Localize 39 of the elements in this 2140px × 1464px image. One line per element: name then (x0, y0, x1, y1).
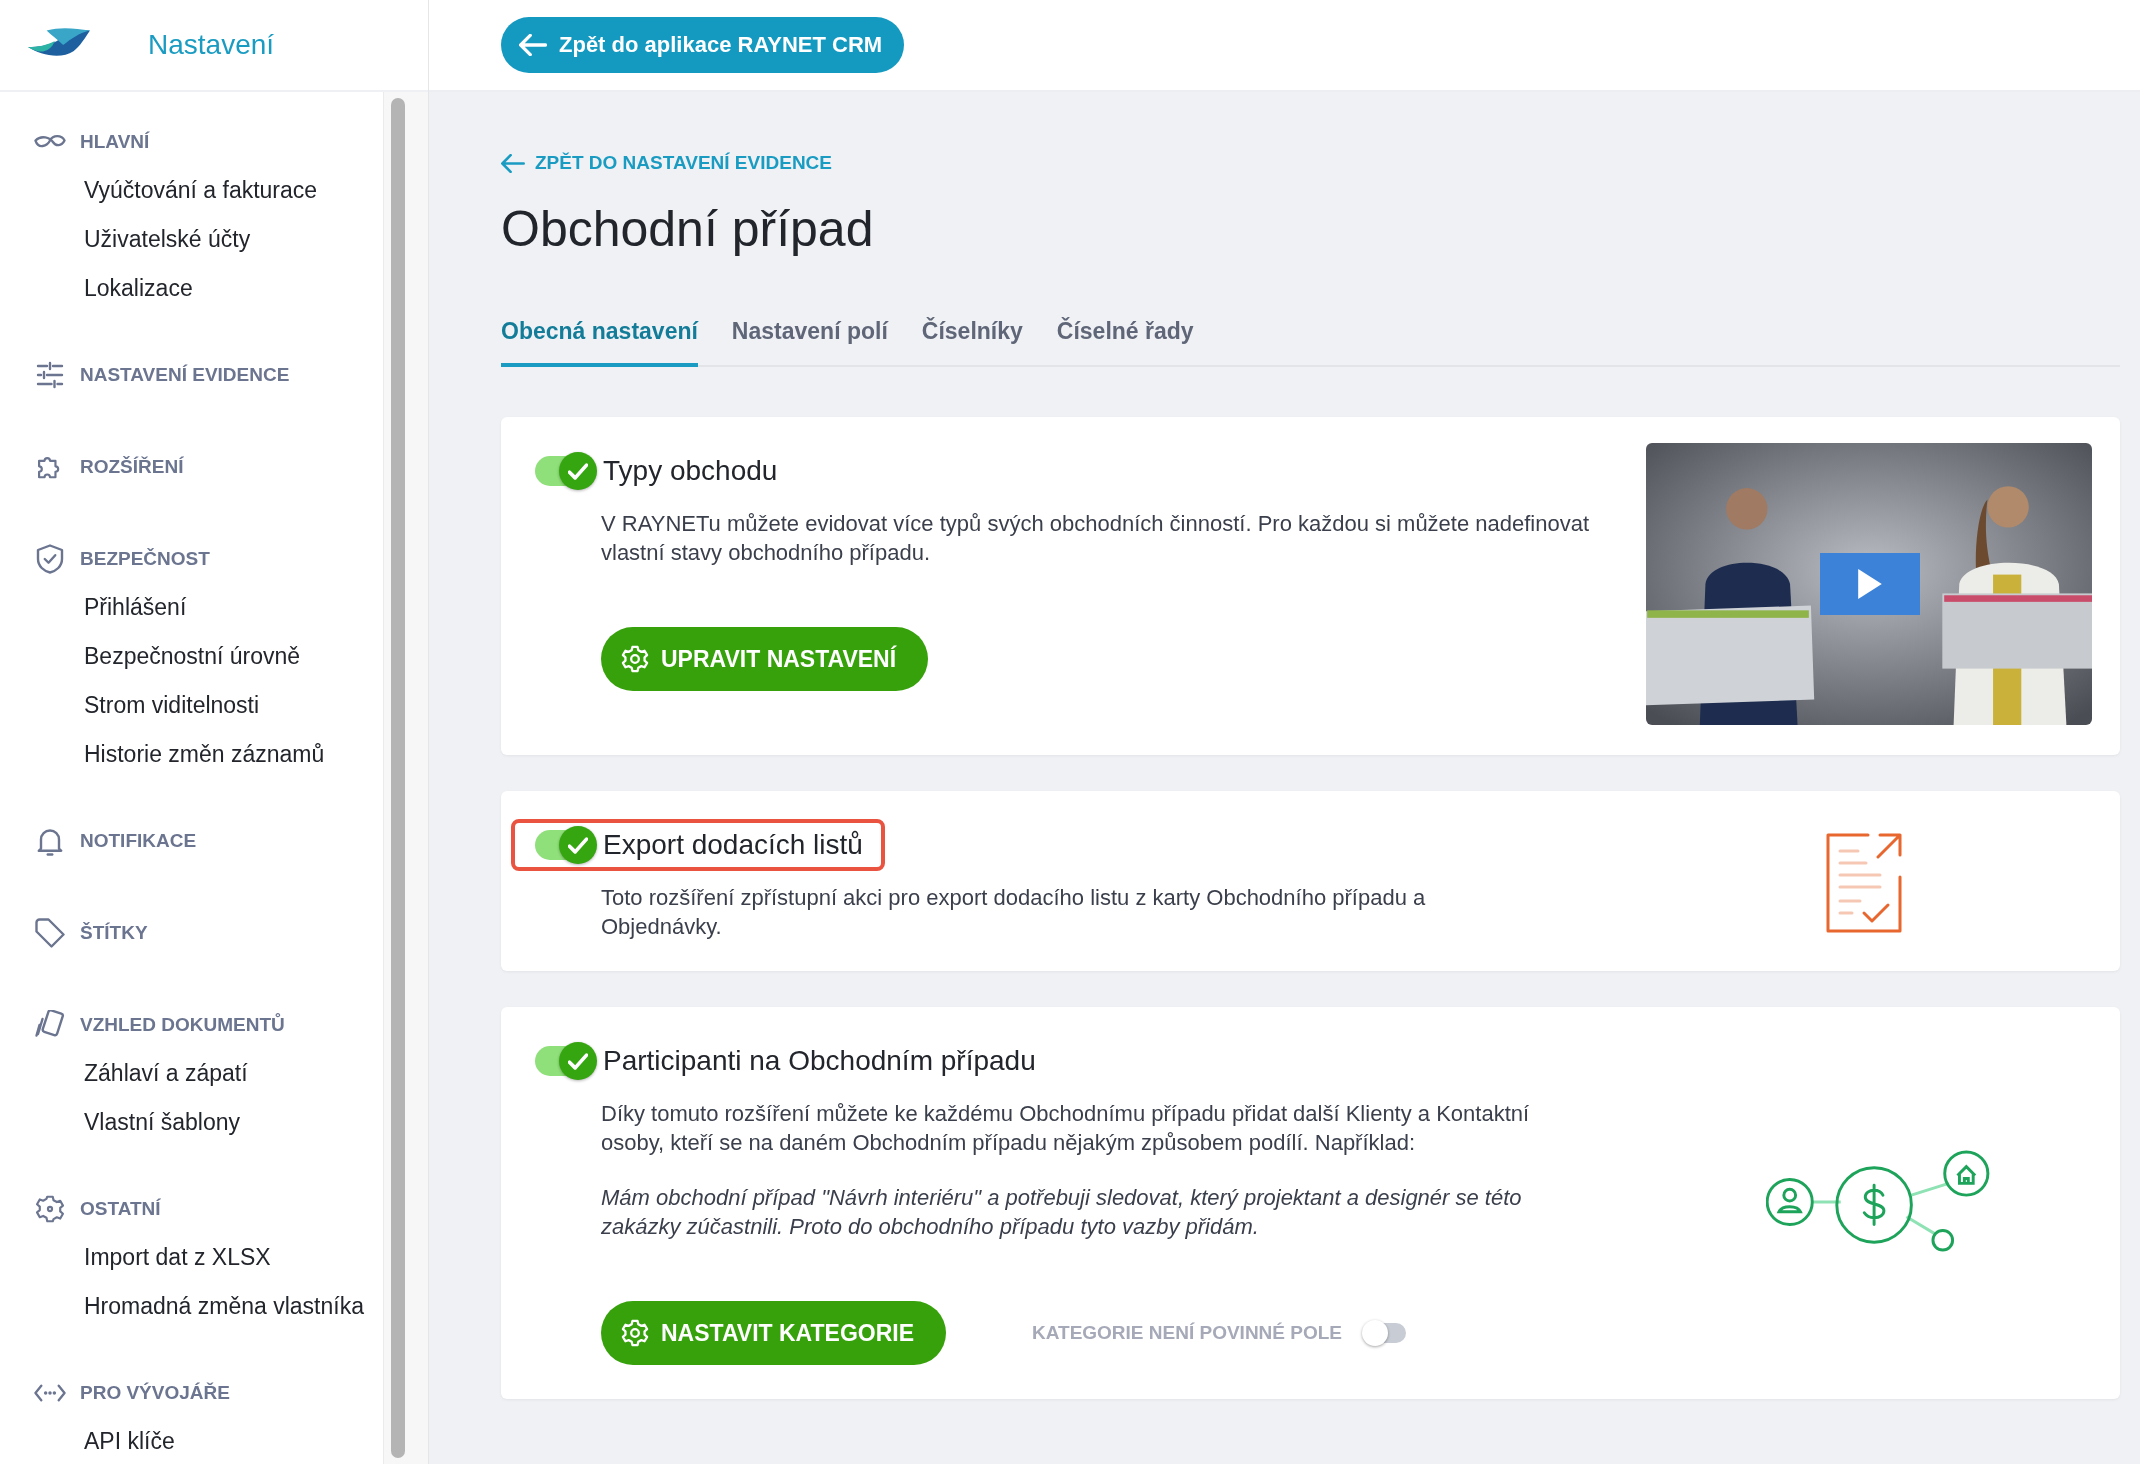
section-heading[interactable]: HLAVNÍ (80, 131, 150, 153)
sidebar-item[interactable]: Import dat z XLSX (84, 1233, 383, 1282)
card-title: Typy obchodu (603, 455, 778, 487)
tab[interactable]: Číselníky (921, 318, 1023, 367)
sidebar-item[interactable]: Vlastní šablony (84, 1098, 383, 1147)
sidebar-item[interactable]: Uživatelské účty (84, 215, 383, 264)
section-heading[interactable]: ŠTÍTKY (80, 922, 148, 944)
description: V RAYNETu můžete evidovat více typů svých obchodních činností. Pro každou si můžete nadefinovat vlastní stavy obchodního případu. (601, 510, 1591, 567)
app-title: Nastavení (148, 29, 275, 61)
sidebar-item[interactable]: Strom viditelnosti (84, 681, 383, 730)
section-heading[interactable]: PRO VÝVOJÁŘE (80, 1382, 230, 1404)
back-button[interactable]: Zpět do aplikace RAYNET CRM (501, 17, 905, 73)
card-title: Participanti na Obchodním případu (603, 1045, 1036, 1077)
sidebar-item[interactable]: Historie změn záznamů (84, 730, 383, 779)
sidebar-item[interactable]: Vyúčtování a fakturace (84, 166, 383, 215)
tab[interactable]: Obecná nastavení (501, 318, 698, 367)
tab[interactable]: Nastavení polí (731, 318, 888, 367)
description: Toto rozšíření zpřístupní akci pro export dodacího listu z karty Obchodního případu a Objednávky. (601, 884, 1427, 941)
section-heading[interactable]: OSTATNÍ (80, 1198, 161, 1220)
option-label: KATEGORIE NENÍ POVINNÉ POLE (1032, 1322, 1343, 1344)
section-heading[interactable]: VZHLED DOKUMENTŮ (80, 1014, 285, 1036)
section-heading[interactable]: BEZPEČNOST (80, 548, 210, 570)
sidebar-item[interactable]: Přihlášení (84, 583, 383, 632)
sidebar-item[interactable]: Záhlaví a zápatí (84, 1049, 383, 1098)
sidebar-item[interactable]: API klíče (84, 1417, 383, 1464)
sidebar-item[interactable]: Hromadná změna vlastníka (84, 1282, 383, 1331)
action-button[interactable]: NASTAVIT KATEGORIE (601, 1301, 946, 1365)
description: Díky tomuto rozšíření můžete ke každému Obchodnímu případu přidat další Klienty a Kontaktní osoby, kteří se na daném Obchodním případu nějakým způsobem podílí. Například: (601, 1100, 1531, 1157)
card-title: Export dodacích listů (603, 829, 863, 861)
action-button[interactable]: UPRAVIT NASTAVENÍ (601, 627, 929, 691)
sidebar-item[interactable]: Bezpečnostní úrovně (84, 632, 383, 681)
sidebar-item[interactable]: Lokalizace (84, 264, 383, 313)
page-title: Obchodní případ (501, 200, 875, 258)
back-link[interactable]: ZPĚT DO NASTAVENÍ EVIDENCE (501, 152, 2120, 174)
section-heading[interactable]: ROZŠÍŘENÍ (80, 456, 184, 478)
section-heading[interactable]: NOTIFIKACE (80, 830, 197, 852)
description: Mám obchodní případ "Návrh interiéru" a potřebuji sledovat, který projektant a designér se této zakázky zúčastnili. Proto do obchodního případu tyto vazby přidám. (601, 1184, 1523, 1241)
tab[interactable]: Číselné řady (1056, 318, 1194, 367)
section-heading[interactable]: NASTAVENÍ EVIDENCE (80, 364, 290, 386)
